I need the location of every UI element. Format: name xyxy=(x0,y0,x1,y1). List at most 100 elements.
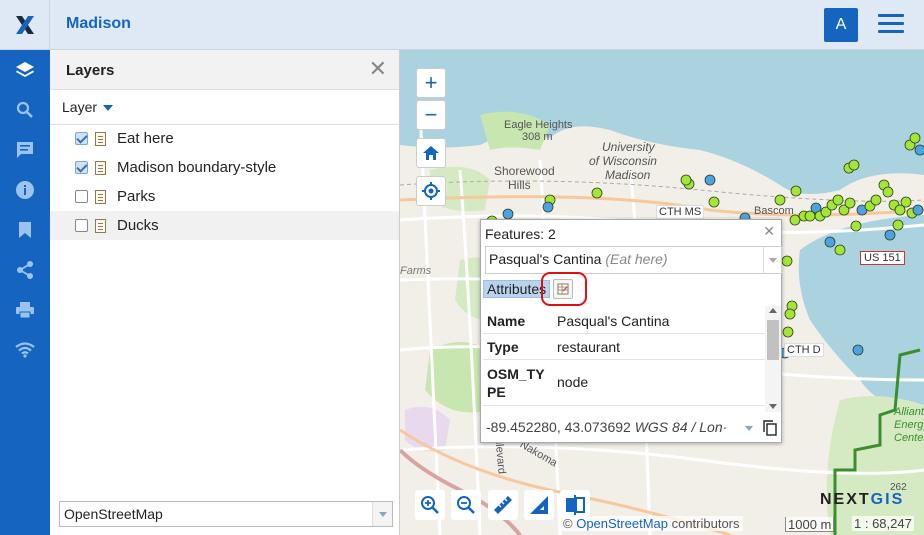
feature-popup: Features: 2 ✕ Pasqual's Cantina (Eat her… xyxy=(480,219,782,443)
map-point-marker[interactable] xyxy=(781,255,793,267)
layers-panel-header: Layers ✕ xyxy=(50,50,399,90)
layer-toolbar: Layer xyxy=(50,90,399,125)
map-label: Farms xyxy=(400,265,432,277)
attr-key: OSM_TY PE xyxy=(487,366,545,400)
attr-value: restaurant xyxy=(557,339,621,355)
bookmark-icon[interactable] xyxy=(13,218,37,242)
map-point-marker[interactable] xyxy=(884,229,896,241)
basemap-select[interactable]: OpenStreetMap xyxy=(59,501,393,527)
app-title[interactable]: Madison xyxy=(66,15,131,33)
zoom-out-tool-button[interactable] xyxy=(451,490,481,520)
map-point-marker[interactable] xyxy=(704,174,716,186)
layer-item-madison-boundary[interactable]: Madison boundary-style xyxy=(50,153,399,182)
home-icon xyxy=(423,146,439,160)
map-label: of Wisconsin xyxy=(589,154,657,168)
feature-select[interactable]: Pasqual's Cantina (Eat here) xyxy=(485,246,782,274)
table-row: Name Pasqual's Cantina xyxy=(483,308,765,334)
info-icon[interactable] xyxy=(13,178,37,202)
copy-icon[interactable] xyxy=(763,420,777,436)
attr-key: Type xyxy=(487,339,519,355)
map-point-marker[interactable] xyxy=(852,344,864,356)
close-icon[interactable]: ✕ xyxy=(369,58,387,80)
chevron-down-icon xyxy=(372,502,392,526)
zoom-in-icon xyxy=(421,496,439,514)
share-icon[interactable] xyxy=(13,258,37,282)
map-point-marker[interactable] xyxy=(784,308,796,320)
map-point-marker[interactable] xyxy=(912,204,924,216)
map-point-marker[interactable] xyxy=(832,194,844,206)
user-avatar-button[interactable]: A xyxy=(824,8,858,42)
map-point-marker[interactable] xyxy=(774,194,786,206)
app-header: Madison A xyxy=(0,0,924,50)
brand-next: NEXT xyxy=(820,491,871,508)
attr-value: Pasqual's Cantina xyxy=(557,313,670,329)
layer-checkbox[interactable] xyxy=(75,161,88,174)
print-icon[interactable] xyxy=(13,298,37,322)
map-point-marker[interactable] xyxy=(870,194,882,206)
map-point-marker[interactable] xyxy=(708,196,720,208)
map-point-marker[interactable] xyxy=(892,219,904,231)
layer-item-parks[interactable]: Parks xyxy=(50,182,399,211)
zoom-in-button[interactable]: + xyxy=(416,68,446,98)
map-point-marker[interactable] xyxy=(680,174,692,186)
close-icon[interactable]: ✕ xyxy=(763,223,775,240)
map-label: Bascom xyxy=(754,205,794,217)
map-point-marker[interactable] xyxy=(591,187,603,199)
map-point-marker[interactable] xyxy=(790,185,802,197)
brand-gis: GIS xyxy=(870,491,905,508)
hamburger-menu-button[interactable] xyxy=(878,14,904,36)
app-logo[interactable] xyxy=(0,0,50,50)
map-point-marker[interactable] xyxy=(844,197,856,209)
layer-label: Eat here xyxy=(117,130,174,147)
osm-link[interactable]: OpenStreetMap xyxy=(576,516,668,531)
map-point-marker[interactable] xyxy=(542,201,554,213)
crs-select[interactable]: WGS 84 / Lon· xyxy=(635,419,728,435)
locate-button[interactable] xyxy=(416,176,446,206)
layer-label: Ducks xyxy=(117,217,159,234)
map-point-marker[interactable] xyxy=(914,144,924,156)
measure-distance-button[interactable] xyxy=(488,490,518,520)
layer-item-ducks[interactable]: Ducks xyxy=(50,211,399,240)
coordinate-row: -89.452280, 43.073692 WGS 84 / Lon· xyxy=(483,416,779,440)
chat-icon[interactable] xyxy=(13,138,37,162)
layer-label: Madison boundary-style xyxy=(117,159,277,176)
layer-checkbox[interactable] xyxy=(75,132,88,145)
layers-icon[interactable] xyxy=(13,58,37,82)
layer-dropdown[interactable]: Layer xyxy=(62,99,114,115)
layer-checkbox[interactable] xyxy=(75,219,88,232)
map-point-marker[interactable] xyxy=(502,208,514,220)
map-point-marker[interactable] xyxy=(900,196,912,208)
map-point-marker[interactable] xyxy=(909,132,921,144)
sidebar xyxy=(0,50,50,535)
map-label: US 151 xyxy=(860,251,905,265)
map-point-marker[interactable] xyxy=(882,186,894,198)
ruler-icon xyxy=(494,496,512,514)
layer-item-eat-here[interactable]: Eat here xyxy=(50,124,399,153)
zoom-in-tool-button[interactable] xyxy=(415,490,445,520)
map-label: Alliant xyxy=(894,406,924,418)
layer-checkbox[interactable] xyxy=(75,190,88,203)
home-button[interactable] xyxy=(416,138,446,168)
attribution-prefix: © xyxy=(563,516,577,531)
map-point-marker[interactable] xyxy=(782,326,794,338)
map-point-marker[interactable] xyxy=(834,244,846,256)
search-icon[interactable] xyxy=(13,98,37,122)
layers-panel-title: Layers xyxy=(66,62,115,79)
wifi-icon[interactable] xyxy=(13,338,37,362)
map-label: Center xyxy=(894,432,924,444)
attributes-scrollbar[interactable] xyxy=(765,306,781,412)
map-label: 308 m xyxy=(522,131,553,143)
vector-layer-icon xyxy=(95,218,106,233)
attr-key: Name xyxy=(487,313,526,329)
map-point-marker[interactable] xyxy=(850,220,862,232)
feature-name: Pasqual's Cantina xyxy=(489,251,602,267)
popup-title: Features: 2 xyxy=(485,226,556,242)
coordinate-values: -89.452280, 43.073692 xyxy=(486,419,631,435)
measure-area-button[interactable] xyxy=(524,490,554,520)
map-point-marker[interactable] xyxy=(848,159,860,171)
vector-layer-icon xyxy=(95,189,106,204)
zoom-out-button[interactable]: − xyxy=(416,100,446,130)
map-point-marker[interactable] xyxy=(824,236,836,248)
chevron-down-icon xyxy=(745,426,753,431)
map-view[interactable]: Eagle Heights 308 m University of Wiscon… xyxy=(400,50,924,535)
